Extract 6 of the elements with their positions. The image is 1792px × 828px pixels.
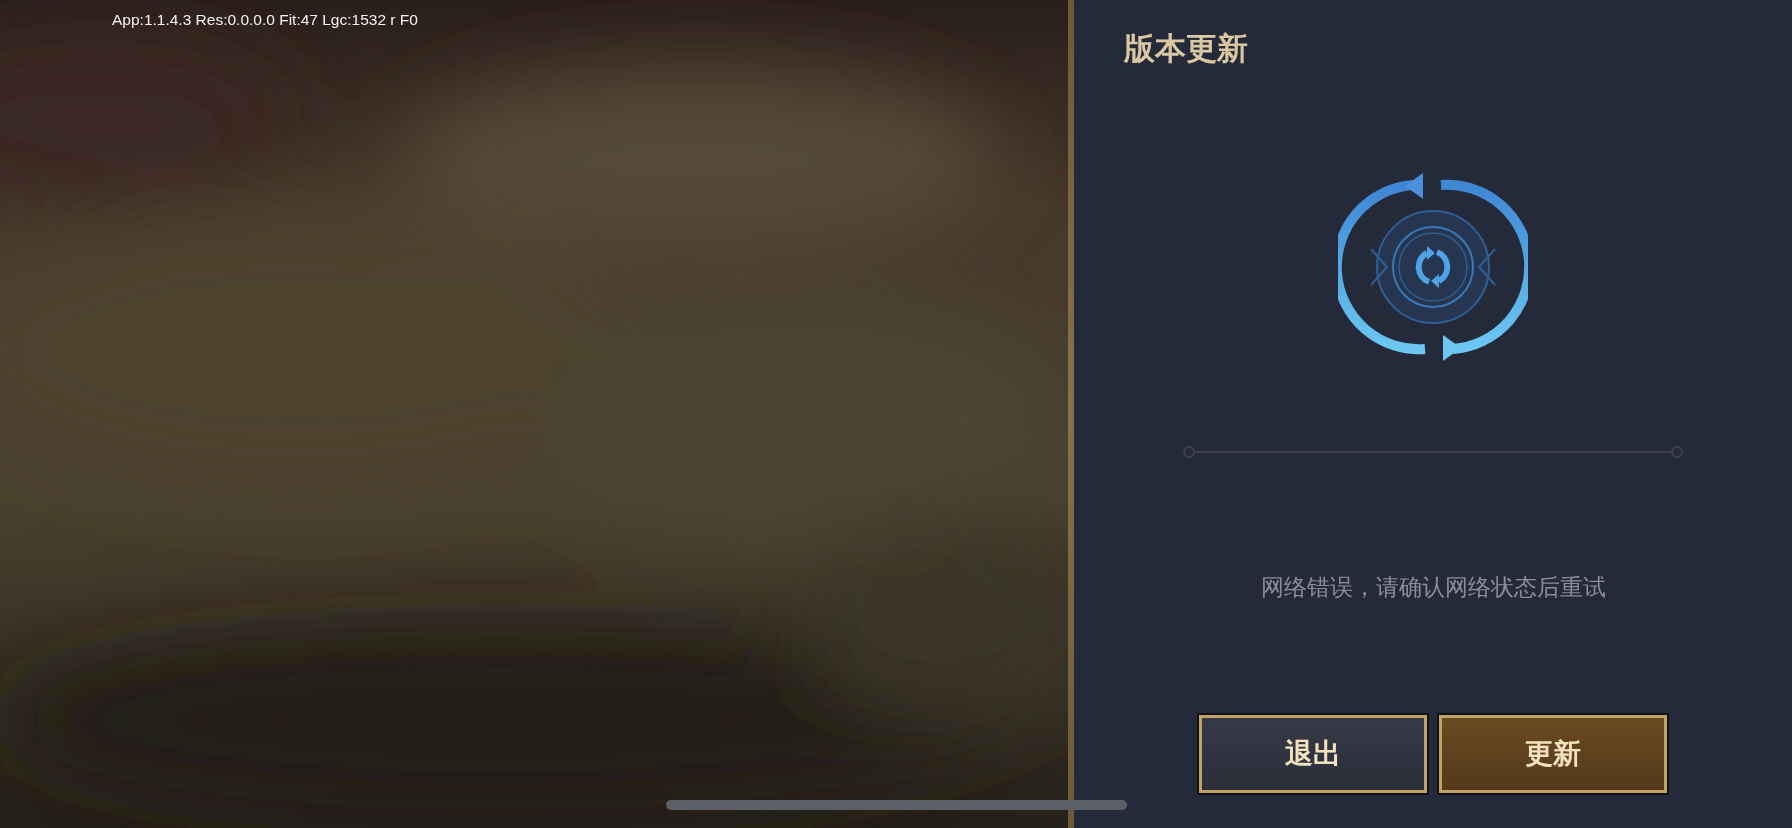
home-indicator[interactable] [666,800,1127,810]
debug-info: App:1.1.4.3 Res:0.0.0.0 Fit:47 Lgc:1532 r F0 [112,11,418,29]
error-message: 网络错误，请确认网络状态后重试 [1260,573,1606,602]
exit-button[interactable]: 退出 [1199,715,1427,793]
update-button[interactable]: 更新 [1439,715,1667,793]
panel-title: 版本更新 [1124,29,1248,68]
